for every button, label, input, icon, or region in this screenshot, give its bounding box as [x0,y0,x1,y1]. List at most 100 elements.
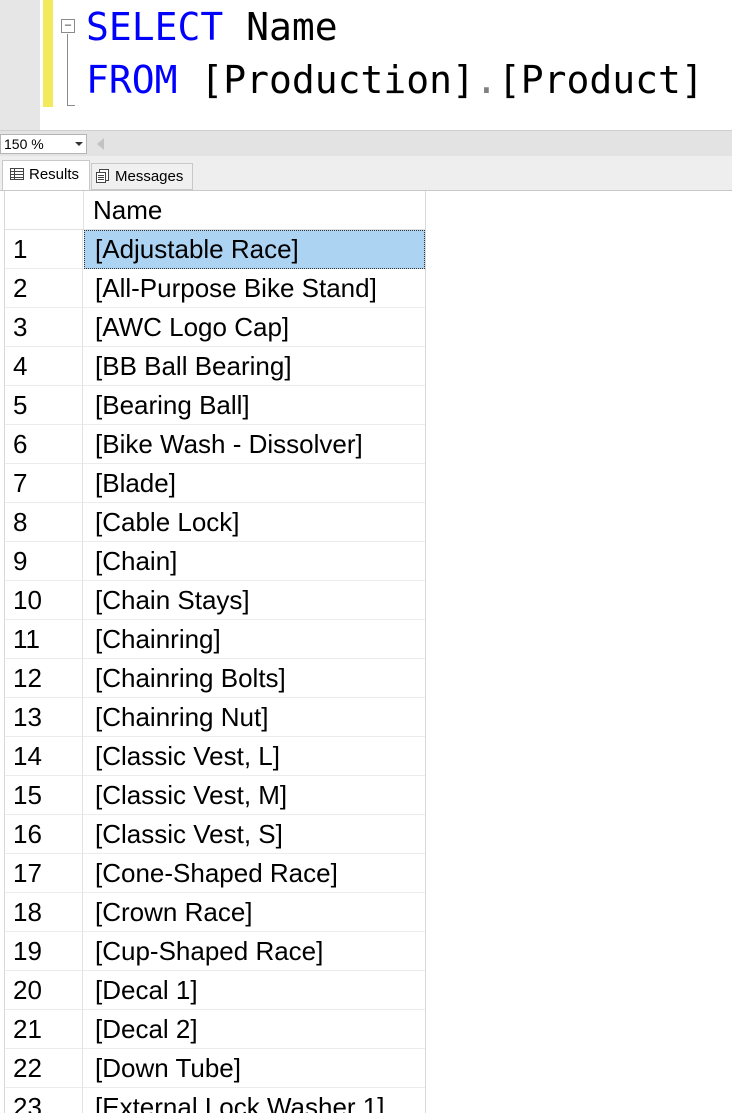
results-tab-strip: Results Messages [0,156,732,190]
fold-guide-end [67,105,75,106]
change-indicator-bar [43,0,53,107]
row-number-cell[interactable]: 5 [5,386,83,425]
row-number-cell[interactable]: 1 [5,230,83,269]
name-cell[interactable]: [Bike Wash - Dissolver] [84,425,425,464]
code-text: [Production] [177,58,475,102]
name-cell[interactable]: [Cone-Shaped Race] [84,854,425,893]
tab-messages[interactable]: Messages [91,163,193,190]
tab-results[interactable]: Results [2,160,90,190]
row-number-cell[interactable]: 7 [5,464,83,503]
table-row[interactable]: 17 [Cone-Shaped Race] [5,854,425,893]
name-cell[interactable]: [AWC Logo Cap] [84,308,425,347]
name-cell[interactable]: [BB Ball Bearing] [84,347,425,386]
chevron-down-icon[interactable] [75,142,83,146]
messages-icon [96,168,109,183]
row-number-cell[interactable]: 6 [5,425,83,464]
name-cell[interactable]: [Chainring Bolts] [84,659,425,698]
table-row[interactable]: 10 [Chain Stays] [5,581,425,620]
name-cell[interactable]: [Chainring] [84,620,425,659]
tab-results-label: Results [29,166,80,183]
row-number-cell[interactable]: 12 [5,659,83,698]
name-cell[interactable]: [Chainring Nut] [84,698,425,737]
name-cell[interactable]: [Down Tube] [84,1049,425,1088]
row-number-cell[interactable]: 19 [5,932,83,971]
row-number-cell[interactable]: 15 [5,776,83,815]
name-cell[interactable]: [Chain Stays] [84,581,425,620]
name-cell[interactable]: [Crown Race] [84,893,425,932]
code-dot: . [474,58,498,102]
name-cell[interactable]: [Adjustable Race] [84,230,425,269]
table-row[interactable]: 11 [Chainring] [5,620,425,659]
row-number-cell[interactable]: 23 [5,1088,83,1113]
table-row[interactable]: 13 [Chainring Nut] [5,698,425,737]
row-number-cell[interactable]: 22 [5,1049,83,1088]
fold-guide-line [67,34,68,106]
table-row[interactable]: 19 [Cup-Shaped Race] [5,932,425,971]
row-number-cell[interactable]: 10 [5,581,83,620]
table-row[interactable]: 18 [Crown Race] [5,893,425,932]
code-text: [Product] [497,58,704,102]
row-number-header[interactable] [5,191,84,229]
column-header-name[interactable]: Name [93,191,162,229]
table-row[interactable]: 16 [Classic Vest, S] [5,815,425,854]
table-row[interactable]: 22 [Down Tube] [5,1049,425,1088]
query-editor[interactable]: − SELECT Name FROM [Production].[Product… [0,0,732,130]
collapse-icon[interactable]: − [61,19,75,33]
name-cell[interactable]: [Decal 2] [84,1010,425,1049]
table-row[interactable]: 6 [Bike Wash - Dissolver] [5,425,425,464]
row-number-cell[interactable]: 8 [5,503,83,542]
table-row[interactable]: 20 [Decal 1] [5,971,425,1010]
row-number-cell[interactable]: 16 [5,815,83,854]
code-line-2[interactable]: FROM [Production].[Product] [86,55,704,105]
table-row[interactable]: 4 [BB Ball Bearing] [5,347,425,386]
name-cell[interactable]: [All-Purpose Bike Stand] [84,269,425,308]
table-row[interactable]: 2 [All-Purpose Bike Stand] [5,269,425,308]
editor-gutter [0,0,40,130]
table-row[interactable]: 14 [Classic Vest, L] [5,737,425,776]
code-text: Name [223,5,338,49]
grid-icon [10,167,24,180]
name-cell[interactable]: [Cup-Shaped Race] [84,932,425,971]
row-number-cell[interactable]: 21 [5,1010,83,1049]
name-cell[interactable]: [Chain] [84,542,425,581]
name-cell[interactable]: [Cable Lock] [84,503,425,542]
row-number-cell[interactable]: 14 [5,737,83,776]
zoom-bar: 150 % [0,130,732,156]
row-number-cell[interactable]: 13 [5,698,83,737]
table-row[interactable]: 21 [Decal 2] [5,1010,425,1049]
table-row[interactable]: 8 [Cable Lock] [5,503,425,542]
row-number-cell[interactable]: 3 [5,308,83,347]
name-cell[interactable]: [Decal 1] [84,971,425,1010]
zoom-value: 150 % [4,136,44,152]
table-row[interactable]: 12 [Chainring Bolts] [5,659,425,698]
results-grid[interactable]: Name 1 [Adjustable Race] 2 [All-Purpose Bik… [4,191,426,1113]
scroll-left-arrow-icon[interactable] [97,138,104,150]
table-row[interactable]: 1 [Adjustable Race] [5,230,425,269]
tab-messages-label: Messages [115,168,184,185]
table-row[interactable]: 3 [AWC Logo Cap] [5,308,425,347]
table-row[interactable]: 23 [External Lock Washer 1] [5,1088,425,1113]
zoom-dropdown[interactable]: 150 % [0,134,87,154]
code-line-1[interactable]: SELECT Name [86,2,338,52]
table-row[interactable]: 7 [Blade] [5,464,425,503]
name-cell[interactable]: [Blade] [84,464,425,503]
grid-header: Name [5,191,425,230]
row-number-cell[interactable]: 18 [5,893,83,932]
table-row[interactable]: 15 [Classic Vest, M] [5,776,425,815]
row-number-cell[interactable]: 4 [5,347,83,386]
row-number-cell[interactable]: 20 [5,971,83,1010]
row-number-cell[interactable]: 11 [5,620,83,659]
name-cell[interactable]: [Classic Vest, L] [84,737,425,776]
keyword-select: SELECT [86,5,224,49]
name-cell[interactable]: [External Lock Washer 1] [84,1088,425,1113]
table-row[interactable]: 9 [Chain] [5,542,425,581]
name-cell[interactable]: [Classic Vest, M] [84,776,425,815]
row-number-cell[interactable]: 2 [5,269,83,308]
row-number-cell[interactable]: 9 [5,542,83,581]
results-grid-area: Name 1 [Adjustable Race] 2 [All-Purpose Bik… [0,190,732,1113]
name-cell[interactable]: [Bearing Ball] [84,386,425,425]
table-row[interactable]: 5 [Bearing Ball] [5,386,425,425]
name-cell[interactable]: [Classic Vest, S] [84,815,425,854]
grid-rows: 1 [Adjustable Race] 2 [All-Purpose Bike Sta… [5,230,425,1113]
row-number-cell[interactable]: 17 [5,854,83,893]
